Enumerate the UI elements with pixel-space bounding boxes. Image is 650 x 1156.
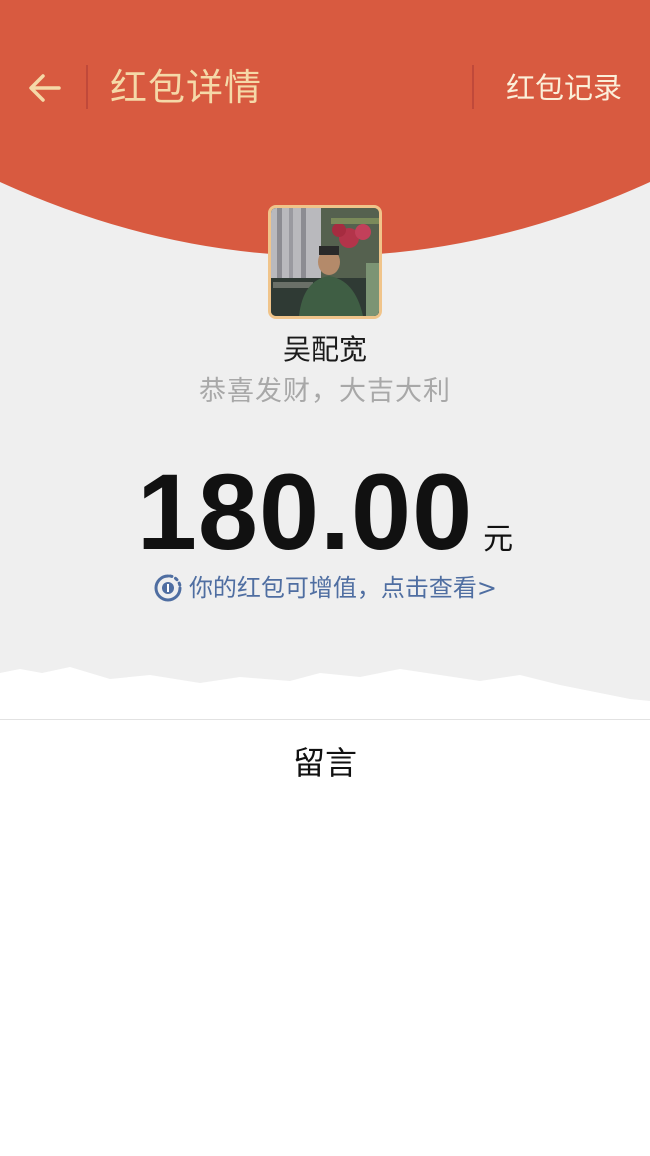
value-growth-link[interactable]: 你的红包可增值，点击查看> xyxy=(0,568,650,608)
header-divider xyxy=(472,65,474,109)
back-button[interactable] xyxy=(22,64,66,112)
top-bar: 红包详情 红包记录 xyxy=(0,0,650,175)
avatar-photo xyxy=(271,208,379,316)
section-divider xyxy=(0,719,650,720)
amount-value: 180.00 xyxy=(136,451,474,572)
message-section-title: 留言 xyxy=(292,744,357,782)
header-divider xyxy=(86,65,88,109)
amount-row: 180.00 元 xyxy=(0,452,650,572)
growth-coin-icon xyxy=(154,574,182,602)
sender-name: 吴配宽 xyxy=(282,333,367,366)
red-packet-record-link[interactable]: 红包记录 xyxy=(506,66,622,110)
avatar[interactable] xyxy=(268,205,382,319)
page-title: 红包详情 xyxy=(110,66,262,109)
value-growth-text: 你的红包可增值，点击查看> xyxy=(188,574,498,602)
greeting-text: 恭喜发财，大吉大利 xyxy=(199,376,451,407)
red-packet-header-area: 红包详情 红包记录 吴配宽 恭喜发财，大吉大利 180.00 元 你的红包可增值… xyxy=(0,0,650,720)
torn-paper-edge xyxy=(0,667,650,720)
back-arrow-icon xyxy=(29,74,61,102)
amount-unit: 元 xyxy=(483,522,514,557)
